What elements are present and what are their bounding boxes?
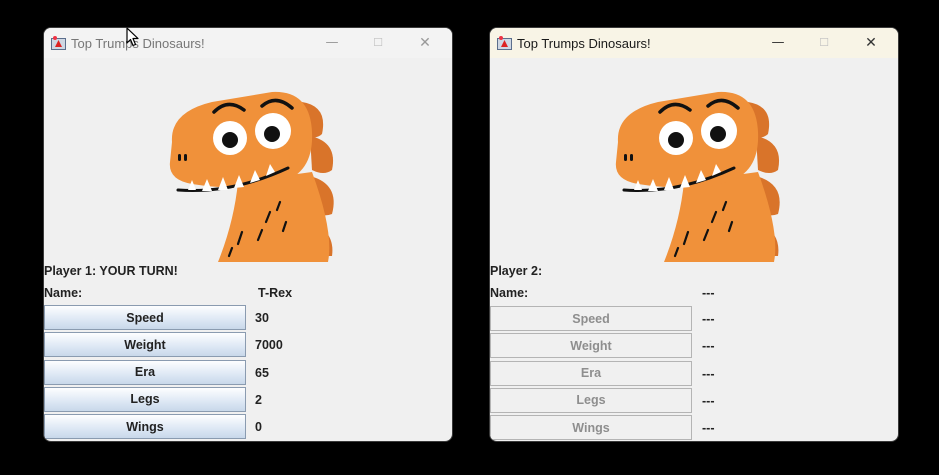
mouse-cursor-icon xyxy=(126,27,139,47)
close-icon[interactable]: ✕ xyxy=(403,32,447,54)
stats-panel: Speed --- Weight --- Era --- Legs --- Wi… xyxy=(490,306,898,441)
name-label: Name: xyxy=(44,286,83,300)
java-app-icon xyxy=(51,36,66,50)
title-bar[interactable]: Top Trumps Dinosaurs! — ☐ ✕ xyxy=(44,28,452,58)
era-button[interactable]: Era xyxy=(44,359,246,385)
dinosaur-illustration xyxy=(615,91,780,262)
player-turn-label: Player 1: YOUR TURN! xyxy=(44,264,178,278)
wings-value: --- xyxy=(702,421,715,436)
title-bar[interactable]: Top Trumps Dinosaurs! — ☐ ✕ xyxy=(490,28,898,58)
speed-value: 30 xyxy=(255,311,269,325)
minimize-icon[interactable]: — xyxy=(756,32,800,54)
maximize-icon[interactable]: ☐ xyxy=(356,32,400,54)
legs-button[interactable]: Legs xyxy=(44,386,246,412)
era-value: 65 xyxy=(255,365,269,380)
window-title: Top Trumps Dinosaurs! xyxy=(517,36,651,51)
stat-row-legs: Legs --- xyxy=(490,387,898,415)
close-icon[interactable]: ✕ xyxy=(849,32,893,54)
legs-button: Legs xyxy=(490,387,692,413)
wings-button: Wings xyxy=(490,415,692,441)
speed-button: Speed xyxy=(490,306,692,331)
player1-window: Top Trumps Dinosaurs! — ☐ ✕ Player 1: YO… xyxy=(44,28,452,441)
dinosaur-illustration xyxy=(169,91,334,262)
weight-value: 7000 xyxy=(255,338,283,353)
weight-button[interactable]: Weight xyxy=(44,332,246,358)
stat-row-speed: Speed 30 xyxy=(44,305,452,332)
stat-row-wings: Wings --- xyxy=(490,415,898,441)
stat-row-weight: Weight --- xyxy=(490,333,898,360)
wings-value: 0 xyxy=(255,420,262,435)
minimize-icon[interactable]: — xyxy=(310,32,354,54)
wings-button[interactable]: Wings xyxy=(44,414,246,440)
dinosaur-name-value: --- xyxy=(702,286,715,300)
dinosaur-name-value: T-Rex xyxy=(258,286,293,300)
java-app-icon xyxy=(497,36,512,50)
speed-button[interactable]: Speed xyxy=(44,305,246,330)
stat-row-era: Era --- xyxy=(490,360,898,388)
name-label: Name: xyxy=(490,286,529,300)
stat-row-legs: Legs 2 xyxy=(44,386,452,414)
stat-row-wings: Wings 0 xyxy=(44,414,452,441)
stat-row-era: Era 65 xyxy=(44,359,452,387)
player2-window: Top Trumps Dinosaurs! — ☐ ✕ Player 2: Na… xyxy=(490,28,898,441)
player-label: Player 2: xyxy=(490,264,543,278)
legs-value: --- xyxy=(702,393,715,408)
era-value: --- xyxy=(702,366,715,381)
legs-value: 2 xyxy=(255,392,262,407)
stats-panel: Speed 30 Weight 7000 Era 65 Legs 2 Wings… xyxy=(44,305,452,441)
maximize-icon[interactable]: ☐ xyxy=(802,32,846,54)
stat-row-weight: Weight 7000 xyxy=(44,332,452,359)
stat-row-speed: Speed --- xyxy=(490,306,898,333)
speed-value: --- xyxy=(702,312,715,326)
era-button: Era xyxy=(490,360,692,386)
weight-button: Weight xyxy=(490,333,692,359)
weight-value: --- xyxy=(702,339,715,354)
